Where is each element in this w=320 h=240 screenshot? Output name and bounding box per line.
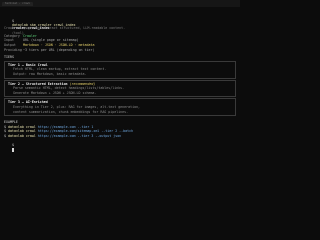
example-cmd: datavlab crawl (8, 133, 36, 138)
field-key: Providing (4, 47, 22, 52)
terminal-output[interactable]: $ datavlab skm crawler crawl_index crawl… (4, 14, 236, 152)
example-cmd: datavlab crawl (8, 129, 36, 134)
text-cursor (11, 147, 14, 152)
field-value: ~3 tiers per URL (depending on tier) (23, 47, 95, 52)
field-value: Markdown · JSON · JSON-LD · metadata (23, 42, 95, 47)
field-value: Crawler (23, 33, 37, 38)
example-prompt: $ (4, 129, 6, 134)
prompt-symbol: $ (11, 18, 14, 23)
tab-bar: terminal · crawl (0, 0, 240, 7)
example-args: https://example.com/sitemap.xml --tier 2… (37, 129, 134, 134)
tier-description-line: Generate Markdown + JSON + JSON-LD schem… (13, 90, 97, 95)
field-value: URL (single page or sitemap) (23, 38, 79, 43)
final-prompt-symbol: $ (11, 143, 14, 148)
tool-fields: Category Crawler Input URL (single page or … (4, 34, 236, 52)
examples-list: $ datavlab crawl https://example.com --tie… (4, 125, 236, 139)
tier-name: Tier 3 — AI-Enriched (8, 100, 48, 105)
tier-name: Tier 1 — Basic Crawl (8, 62, 48, 67)
tier-box: Tier 3 — AI-Enriched Everything in Tier 2… (4, 98, 236, 117)
tier-name: Tier 2 — Structured Extraction (8, 81, 68, 86)
tiers-list: Tier 1 — Basic Crawl Fetch HTML, clean ma… (4, 60, 236, 117)
tier-box: Tier 2 — Structured Extraction (recommend… (4, 79, 236, 98)
final-prompt-line[interactable]: $ (4, 138, 236, 152)
example-prompt: $ (4, 124, 6, 129)
tier-description-line: content summarization, chunk embeddings … (13, 109, 129, 114)
tiers-label: TIERS (4, 55, 14, 60)
tier-tag: (recommended) (69, 81, 96, 86)
example-args: https://example.com --tier 3 --output js… (37, 133, 122, 138)
terminal-tab[interactable]: terminal · crawl (2, 1, 33, 6)
example-args: https://example.com --tier 1 (37, 124, 94, 129)
tier-description-line: Output: raw Markdown, basic metadata. (13, 71, 87, 76)
tier-box: Tier 1 — Basic Crawl Fetch HTML, clean ma… (4, 60, 236, 79)
example-prompt: $ (4, 133, 6, 138)
example-cmd: datavlab crawl (8, 124, 36, 129)
